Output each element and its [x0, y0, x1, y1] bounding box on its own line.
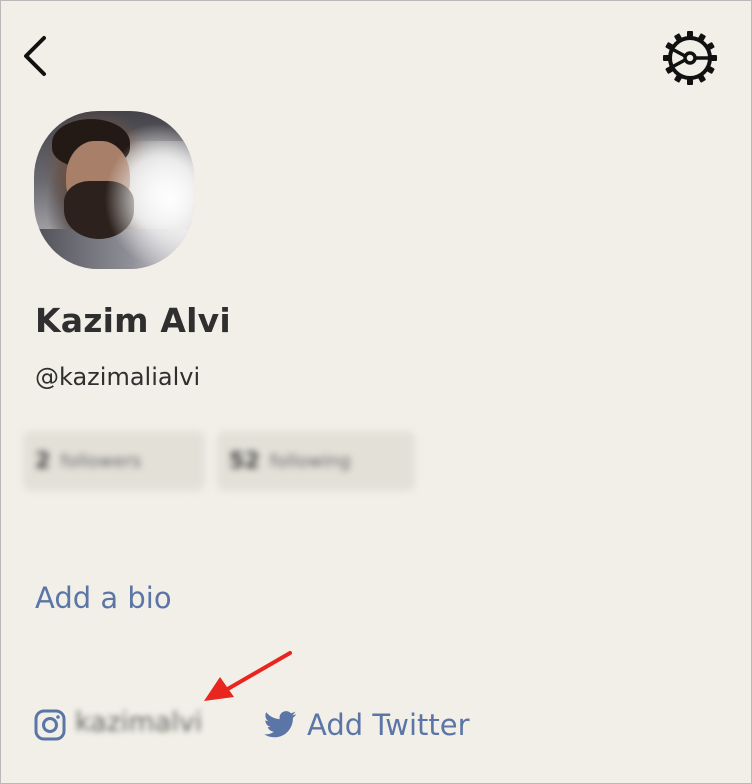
annotation-arrow-icon [204, 651, 292, 701]
gear-icon [663, 31, 717, 85]
profile-name: Kazim Alvi [35, 301, 231, 340]
instagram-icon[interactable] [34, 709, 66, 741]
instagram-handle[interactable]: kazimalvi [75, 707, 202, 738]
add-twitter-label: Add Twitter [307, 708, 470, 742]
following-label: following [269, 450, 351, 472]
following-count: 52 [229, 448, 260, 474]
avatar[interactable] [34, 111, 194, 269]
profile-stats: 2 followers 52 following [23, 431, 415, 491]
chevron-left-icon [24, 36, 46, 76]
following-stat[interactable]: 52 following [217, 431, 415, 491]
add-twitter-button[interactable]: Add Twitter [263, 703, 470, 747]
followers-count: 2 [35, 448, 51, 474]
followers-stat[interactable]: 2 followers [23, 431, 206, 491]
settings-button[interactable] [659, 29, 721, 87]
avatar-light [104, 141, 194, 269]
twitter-icon [264, 711, 297, 738]
profile-handle: @kazimalialvi [35, 363, 201, 391]
back-button[interactable] [15, 31, 55, 81]
followers-label: followers [60, 450, 142, 472]
add-bio-link[interactable]: Add a bio [35, 581, 172, 615]
